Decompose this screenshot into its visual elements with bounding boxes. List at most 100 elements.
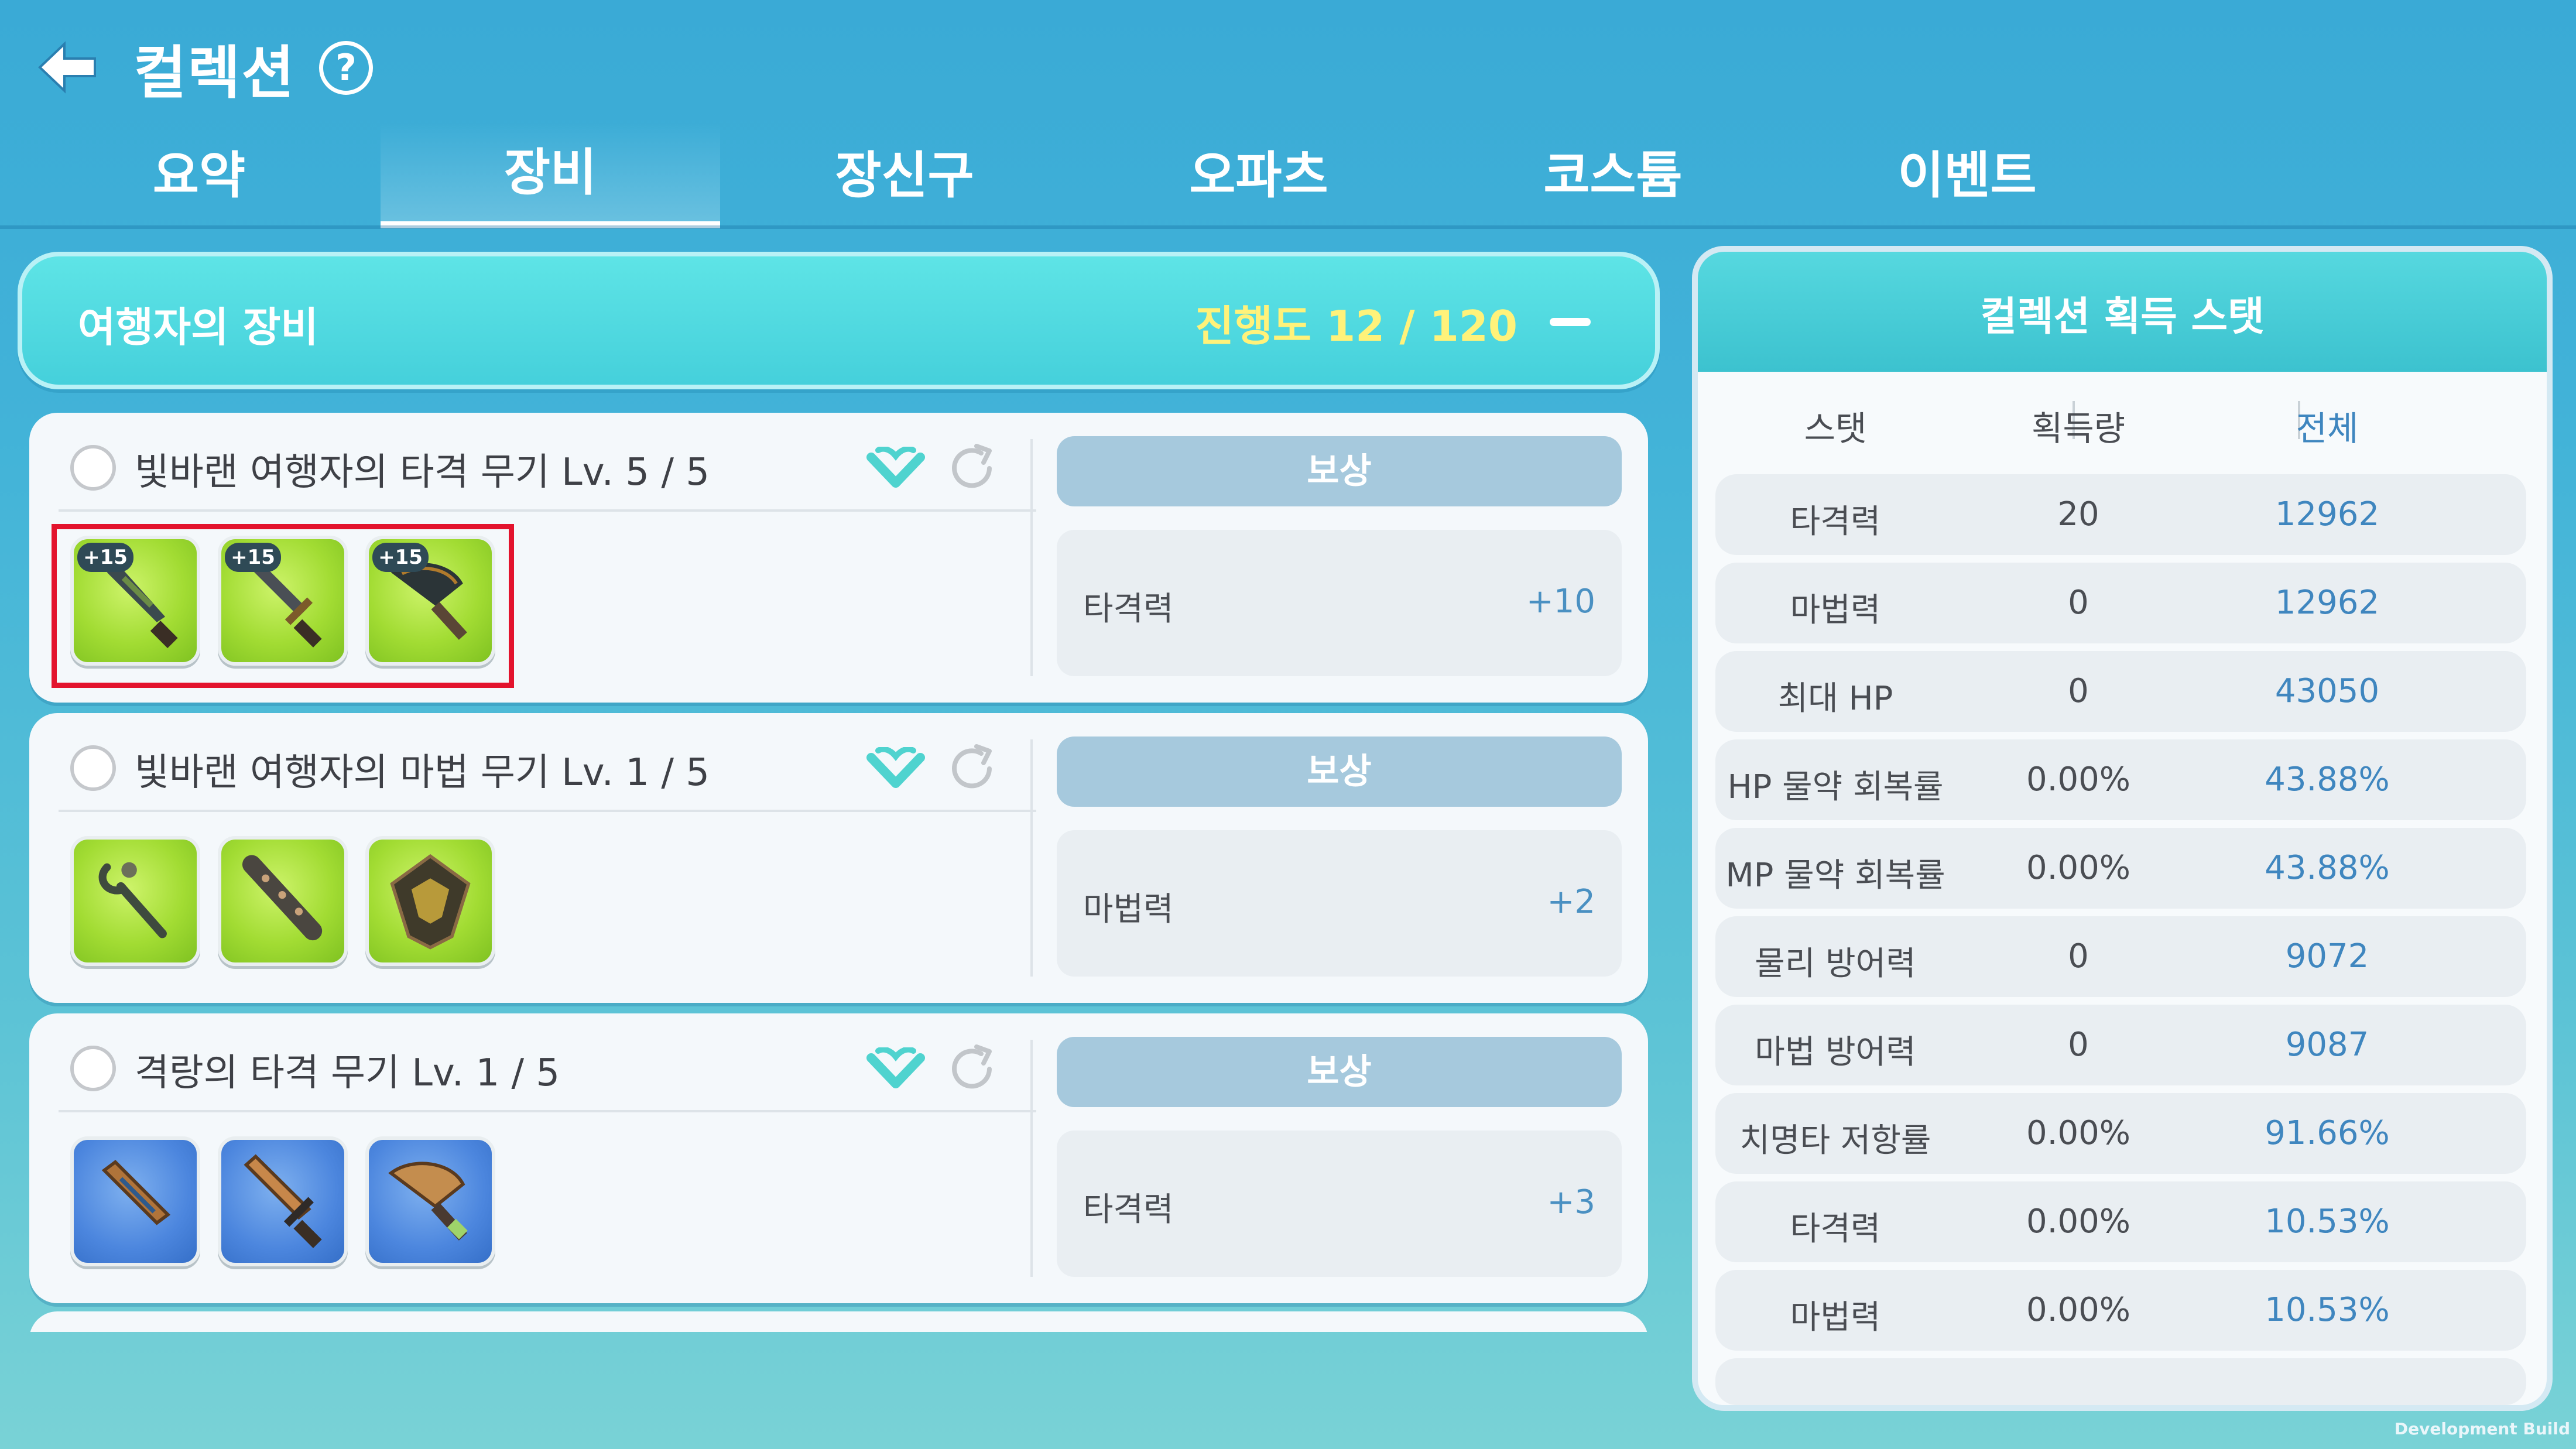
reward-box: 마법력 +2 [1057, 830, 1622, 977]
stat-total: 12962 [2274, 495, 2380, 533]
reward-button[interactable]: 보상 [1057, 436, 1622, 506]
club-weapon-icon [101, 1160, 171, 1225]
tab-divider [0, 225, 2576, 229]
shield-icon [390, 854, 471, 950]
reward-stat: 타격력 [1083, 590, 1174, 628]
stat-total: 91.66% [2265, 1114, 2390, 1152]
stat-gained: 0.00% [2026, 761, 2130, 799]
stat-total: 10.53% [2265, 1203, 2390, 1241]
heart-chevron-icon[interactable] [866, 447, 925, 494]
divider [1030, 739, 1033, 977]
stat-row: 타격력 0.00% 10.53% [1715, 1181, 2526, 1262]
stat-gained: 0 [2068, 584, 2089, 622]
stat-gained: 0.00% [2026, 1203, 2130, 1241]
equipment-item[interactable] [70, 836, 200, 966]
tab-ooparts[interactable]: 오파츠 [1089, 123, 1429, 228]
reward-button[interactable]: 보상 [1057, 1037, 1622, 1107]
stat-row: HP 물약 회복률 0.00% 43.88% [1715, 739, 2526, 820]
tab-summary[interactable]: 요약 [29, 123, 369, 228]
tab-event[interactable]: 이벤트 [1797, 123, 2137, 228]
stat-total: 9087 [2285, 1026, 2369, 1064]
stat-gained: 0 [2068, 672, 2089, 710]
heart-chevron-icon[interactable] [866, 1047, 925, 1094]
reward-stat: 타격력 [1083, 1191, 1174, 1229]
back-arrow-icon [38, 41, 96, 94]
stat-name: HP 물약 회복률 [1727, 768, 1944, 806]
equipment-item[interactable] [70, 1136, 200, 1266]
stat-row: 마법력 0 12962 [1715, 563, 2526, 643]
select-radio[interactable] [70, 1046, 116, 1091]
stat-gained: 0 [2068, 937, 2089, 975]
axe-weapon-icon [388, 1162, 468, 1241]
divider [1030, 439, 1033, 676]
reward-value: +3 [1547, 1183, 1595, 1221]
reward-button[interactable]: 보상 [1057, 737, 1622, 807]
stat-total: 12962 [2274, 584, 2380, 622]
select-radio[interactable] [70, 445, 116, 491]
reward-box: 타격력 +3 [1057, 1131, 1622, 1277]
stat-name: 마법력 [1790, 591, 1881, 629]
collection-card-peek [29, 1311, 1648, 1332]
divider [1030, 1040, 1033, 1277]
divider [59, 810, 1036, 812]
page-title: 컬렉션 [133, 40, 296, 107]
equipment-item[interactable] [218, 1136, 348, 1266]
stat-total: 43.88% [2265, 849, 2390, 887]
stat-row: 치명타 저항률 0.00% 91.66% [1715, 1093, 2526, 1174]
stat-name: 치명타 저항률 [1739, 1122, 1931, 1160]
stats-panel-title: 컬렉션 획득 스탯 [1980, 294, 2265, 340]
collection-card: 빛바랜 여행자의 타격 무기 Lv. 5 / 5 +15 +15 +15 보상 … [29, 413, 1648, 703]
stat-total: 9072 [2285, 937, 2369, 975]
stat-name: 타격력 [1790, 503, 1881, 541]
divider [59, 1110, 1036, 1112]
stat-gained: 0.00% [2026, 849, 2130, 887]
stat-row: 물리 방어력 0 9072 [1715, 916, 2526, 997]
tab-accessory[interactable]: 장신구 [735, 123, 1074, 228]
collapse-button[interactable] [1550, 318, 1591, 326]
equipment-item[interactable] [365, 836, 495, 966]
stat-total: 43.88% [2265, 761, 2390, 799]
back-button[interactable] [35, 41, 100, 94]
mace-icon [242, 855, 323, 941]
refresh-icon[interactable] [943, 739, 1001, 798]
collection-card: 빛바랜 여행자의 마법 무기 Lv. 1 / 5 보상 마법력 +2 [29, 713, 1648, 1003]
column-header-stat: 스탯 [1804, 409, 1867, 448]
tab-costume[interactable]: 코스튬 [1443, 123, 1783, 228]
staff-icon [98, 862, 167, 938]
dev-build-label: Development Build [2394, 1419, 2570, 1438]
highlight-box [52, 524, 514, 688]
collection-name: 격랑의 타격 무기 Lv. 1 / 5 [135, 1051, 560, 1095]
collection-name: 빛바랜 여행자의 타격 무기 Lv. 5 / 5 [135, 451, 710, 494]
collection-list[interactable]: 빛바랜 여행자의 타격 무기 Lv. 5 / 5 +15 +15 +15 보상 … [29, 407, 1651, 1332]
stats-panel-header: 컬렉션 획득 스탯 [1698, 252, 2547, 372]
stat-gained: 0.00% [2026, 1114, 2130, 1152]
reward-stat: 마법력 [1083, 890, 1174, 929]
collection-name: 빛바랜 여행자의 마법 무기 Lv. 1 / 5 [135, 751, 710, 794]
stat-total: 43050 [2274, 672, 2380, 710]
tab-bar: 요약 장비 장신구 오파츠 코스튬 이벤트 [0, 123, 2166, 228]
stat-row: MP 물약 회복률 0.00% 43.88% [1715, 828, 2526, 909]
stat-row: 타격력 20 12962 [1715, 474, 2526, 555]
collection-group-header[interactable]: 여행자의 장비 진행도 12 / 120 [18, 252, 1660, 389]
stat-name: 타격력 [1790, 1210, 1881, 1248]
reward-value: +10 [1526, 583, 1595, 621]
help-button[interactable]: ? [319, 41, 373, 95]
stat-name: MP 물약 회복률 [1725, 857, 1945, 895]
refresh-icon[interactable] [943, 1040, 1001, 1098]
collection-stats-panel: 컬렉션 획득 스탯 스탯 획득량 전체 타격력 20 12962 마법력 0 1… [1692, 246, 2553, 1411]
column-header-gained: 획득량 [2031, 409, 2126, 448]
equipment-item[interactable] [218, 836, 348, 966]
divider [59, 509, 1036, 512]
tab-equipment[interactable]: 장비 [381, 123, 720, 228]
column-header-total: 전체 [2296, 409, 2359, 448]
refresh-icon[interactable] [943, 439, 1001, 498]
heart-chevron-icon[interactable] [866, 747, 925, 794]
stat-row: 최대 HP 0 43050 [1715, 651, 2526, 732]
stat-gained: 0.00% [2026, 1291, 2130, 1329]
sword-weapon-icon [244, 1154, 322, 1248]
select-radio[interactable] [70, 745, 116, 791]
stat-row: 마법력 0.00% 10.53% [1715, 1270, 2526, 1351]
equipment-item[interactable] [365, 1136, 495, 1266]
stat-total: 10.53% [2265, 1291, 2390, 1329]
collection-card: 격랑의 타격 무기 Lv. 1 / 5 보상 타격력 +3 [29, 1013, 1648, 1303]
